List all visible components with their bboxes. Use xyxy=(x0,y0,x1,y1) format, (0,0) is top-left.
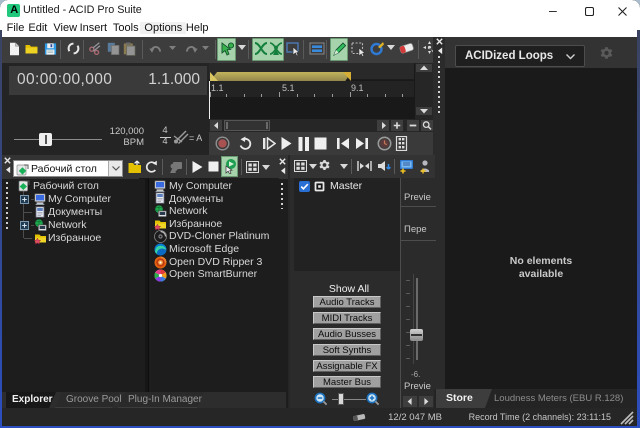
svg-text:= A: = A xyxy=(189,133,202,143)
